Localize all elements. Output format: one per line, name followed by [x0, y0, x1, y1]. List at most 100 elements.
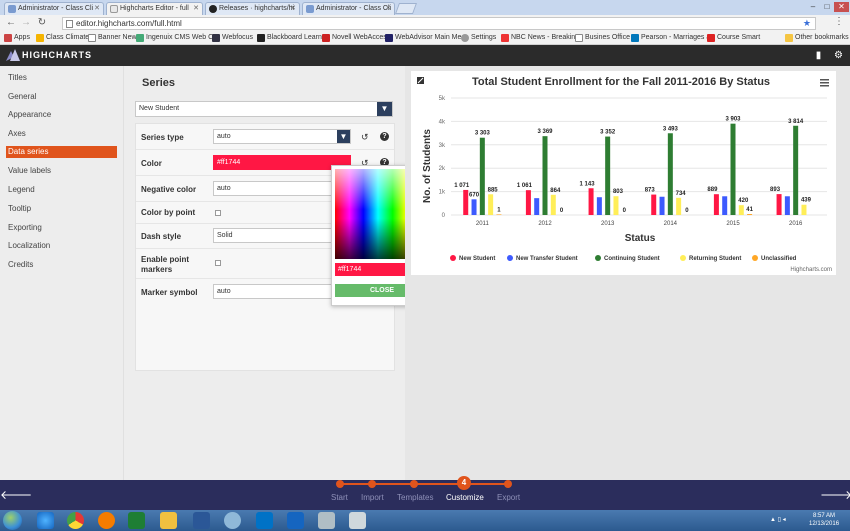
data-label: 3 493 [663, 126, 679, 132]
bookmark-item[interactable]: Course Smart [707, 33, 760, 43]
browser-menu-icon[interactable]: ⋮ [834, 17, 844, 27]
media-player-icon[interactable] [98, 512, 115, 529]
expand-icon[interactable] [417, 77, 424, 84]
clock-date[interactable]: 12/13/2016 [809, 521, 839, 528]
word-icon[interactable] [193, 512, 210, 529]
url-input[interactable]: editor.highcharts.com/full.html ★ [62, 17, 816, 30]
bookmark-item[interactable]: Ingenuix CMS Web C [136, 33, 213, 43]
marker-symbol-select[interactable]: auto [213, 284, 333, 299]
tab-title: Highcharts Editor - full [120, 5, 189, 12]
data-label: 3 369 [537, 129, 553, 135]
url-text: editor.highcharts.com/full.html [76, 19, 182, 28]
sidebar-item-localization[interactable]: Localization [6, 240, 117, 252]
step-dot[interactable] [410, 480, 418, 488]
new-tab-button[interactable] [394, 3, 418, 14]
sidebar-item-general[interactable]: General [6, 91, 117, 103]
bookmark-item[interactable]: Busines Office [575, 33, 630, 43]
system-tray-icons[interactable]: ▲ ▯ ◂ [770, 517, 786, 524]
chrome-icon[interactable] [67, 512, 84, 529]
clock-time[interactable]: 8:57 AM [813, 513, 835, 520]
series-select[interactable]: New Student ▼ [135, 101, 393, 117]
reload-icon[interactable]: ↻ [36, 17, 48, 29]
step-dot[interactable] [336, 480, 344, 488]
sidebar-item-titles[interactable]: Titles [6, 72, 117, 84]
dash-style-select[interactable]: Solid [213, 228, 333, 243]
bookmark-item[interactable]: Banner New [88, 33, 137, 43]
bookmark-star-icon[interactable]: ★ [803, 18, 811, 29]
prop-label: Color [141, 159, 162, 168]
active-step-number[interactable]: 4 [457, 476, 471, 490]
close-icon[interactable]: ✕ [290, 3, 296, 15]
back-icon[interactable]: ← [5, 17, 17, 29]
bookmark-item[interactable]: NBC News - Breaking [501, 33, 579, 43]
sidebar-item-appearance[interactable]: Appearance [6, 109, 117, 121]
sidebar-item-axes[interactable]: Axes [6, 128, 117, 140]
series-type-select[interactable]: auto ▼ [213, 129, 351, 144]
help-icon[interactable]: ? [380, 132, 389, 141]
enable-point-markers-checkbox[interactable] [215, 260, 221, 266]
close-icon[interactable]: ✕ [94, 3, 100, 15]
reset-icon[interactable]: ↺ [361, 132, 369, 142]
panel-title: Series [142, 77, 176, 89]
sidebar-item-credits[interactable]: Credits [6, 259, 117, 271]
chart-icon[interactable]: ▮ [813, 50, 824, 61]
window-close-icon[interactable]: ✕ [834, 2, 849, 12]
app-icon[interactable] [224, 512, 241, 529]
browser-tab-active[interactable]: Highcharts Editor - full ✕ [106, 2, 203, 15]
chart-data-labels: 1 071 670 3 303 885 1 1 061 3 369 864 0 1 143 3 35… [454, 117, 811, 214]
x-tick-label: 2016 [789, 221, 803, 227]
bookmark-item[interactable]: Settings [461, 33, 496, 43]
legend-item: Unclassified [761, 256, 797, 262]
chevron-down-icon[interactable]: ▼ [377, 102, 392, 116]
sidebar-item-value-labels[interactable]: Value labels [6, 165, 117, 177]
chevron-down-icon[interactable]: ▼ [337, 130, 350, 143]
step-dot[interactable] [504, 480, 512, 488]
next-step-button[interactable]: 🡒 [820, 480, 850, 510]
sidebar-item-tooltip[interactable]: Tooltip [6, 203, 117, 215]
step-export[interactable]: Export [497, 493, 520, 502]
sidebar-item-data-series[interactable]: Data series [6, 146, 117, 158]
step-dot[interactable] [368, 480, 376, 488]
bar [488, 194, 494, 215]
bookmark-item[interactable]: Pearson - Marriages a [631, 33, 710, 43]
step-import[interactable]: Import [361, 493, 384, 502]
data-label: 889 [707, 187, 718, 193]
bookmark-item[interactable]: Webfocus [212, 33, 253, 43]
lync-icon[interactable] [287, 512, 304, 529]
internet-explorer-icon[interactable] [37, 512, 54, 529]
maximize-icon[interactable]: □ [820, 2, 834, 12]
gear-icon[interactable]: ⚙ [833, 50, 844, 61]
negative-color-field[interactable]: auto [213, 181, 333, 196]
chart-credits[interactable]: Highcharts.com [790, 267, 832, 273]
excel-icon[interactable] [128, 512, 145, 529]
step-customize[interactable]: Customize [446, 493, 484, 502]
bookmark-apps[interactable]: Apps [4, 33, 30, 43]
x-tick-label: 2011 [476, 221, 490, 227]
browser-tab[interactable]: Administrator - Class Cli ✕ [302, 2, 395, 15]
highcharts-logo-icon [6, 49, 20, 61]
close-icon[interactable]: ✕ [193, 3, 199, 15]
close-icon[interactable]: ✕ [385, 3, 391, 15]
step-start[interactable]: Start [331, 493, 348, 502]
step-templates[interactable]: Templates [397, 493, 433, 502]
prop-label: Enable point markers [141, 255, 189, 274]
color-by-point-checkbox[interactable] [215, 210, 221, 216]
bar [730, 123, 736, 215]
minimize-icon[interactable]: – [806, 2, 820, 12]
forward-icon[interactable]: → [20, 17, 32, 29]
app-icon[interactable] [349, 512, 366, 529]
browser-tab[interactable]: Administrator - Class Cli ✕ [4, 2, 104, 15]
bookmark-other[interactable]: Other bookmarks [785, 33, 849, 43]
bookmark-item[interactable]: WebAdvisor Main Me [385, 33, 461, 43]
browser-tab[interactable]: Releases · highcharts/hi ✕ [205, 2, 300, 15]
bookmark-item[interactable]: Class Climate [36, 33, 89, 43]
start-button[interactable] [3, 511, 22, 530]
outlook-icon[interactable] [256, 512, 273, 529]
hamburger-menu-icon[interactable] [820, 79, 829, 87]
bookmark-item[interactable]: Blackboard Learn [257, 33, 322, 43]
bookmark-item[interactable]: Novell WebAccess [322, 33, 390, 43]
app-icon[interactable] [318, 512, 335, 529]
sidebar-item-legend[interactable]: Legend [6, 184, 117, 196]
sidebar-item-exporting[interactable]: Exporting [6, 222, 117, 234]
file-explorer-icon[interactable] [160, 512, 177, 529]
